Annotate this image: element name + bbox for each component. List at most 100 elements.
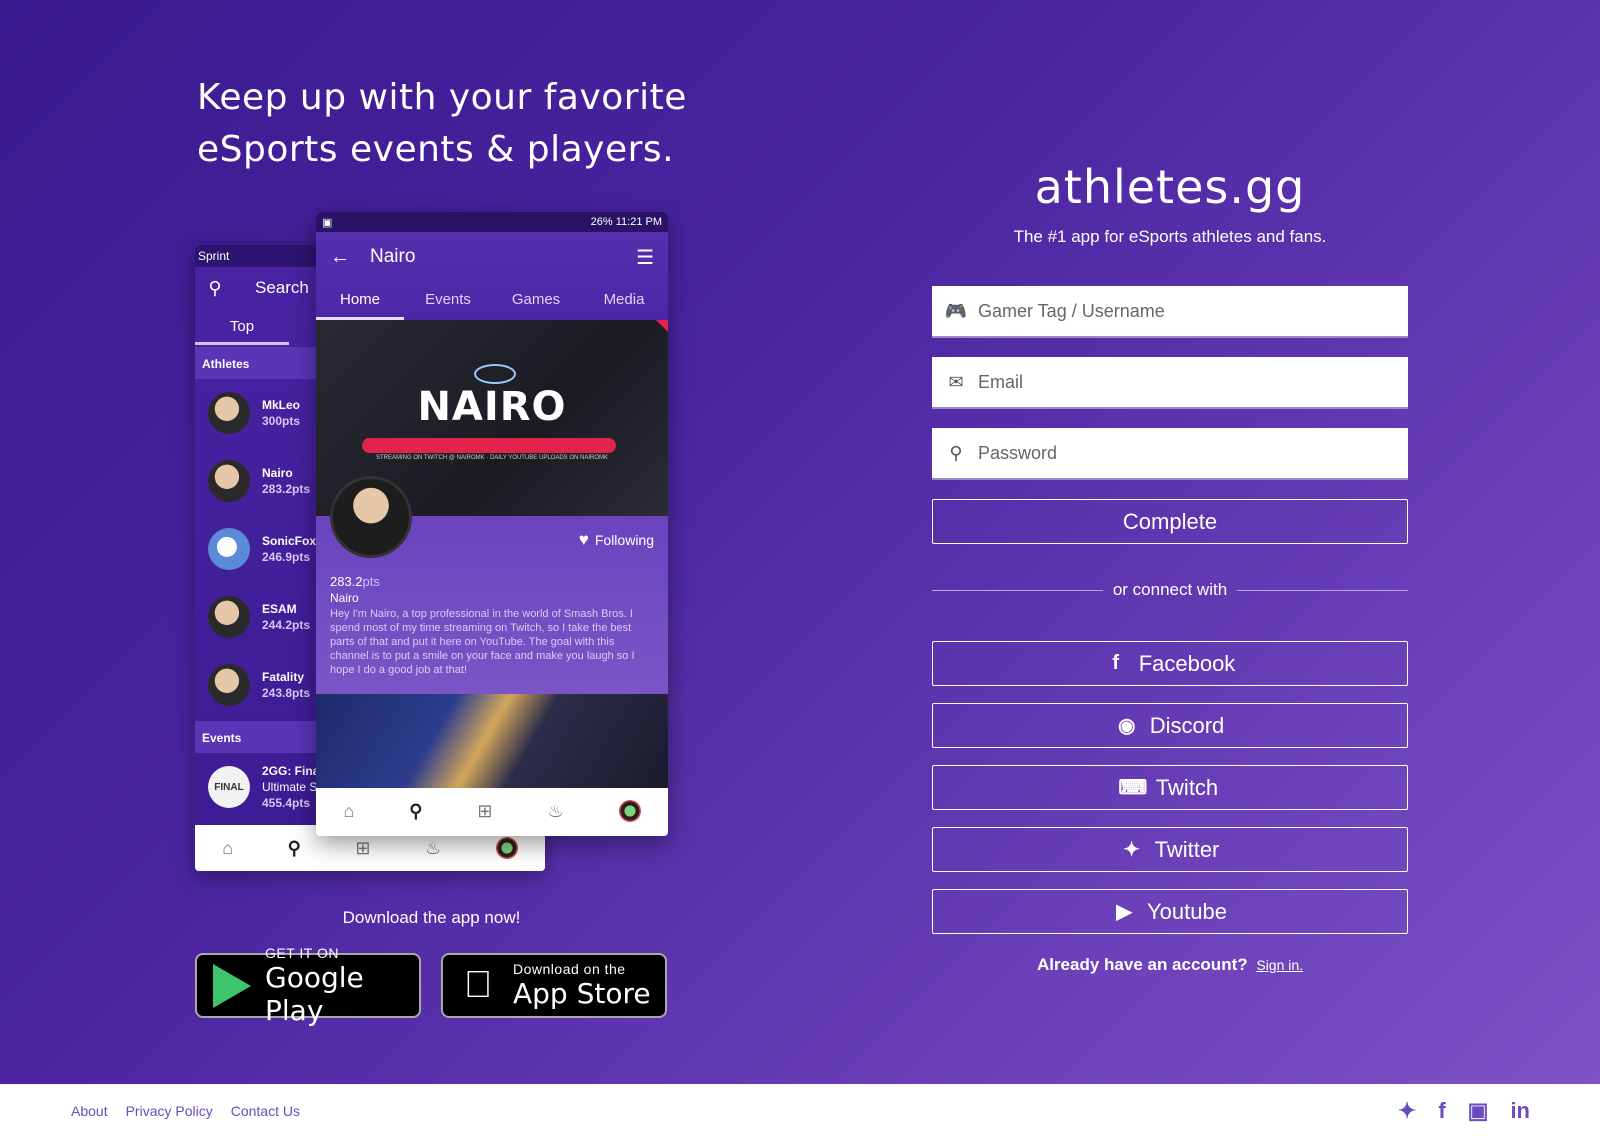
twitch-label: Twitch [1155, 774, 1219, 800]
athlete-name: MkLeo [262, 398, 301, 412]
bell-icon: ♨ [547, 800, 564, 821]
connect-label: or connect with [1112, 580, 1228, 599]
avatar [208, 460, 250, 502]
google-play-large: Google Play [265, 960, 364, 1027]
youtube-button[interactable]: ▶ Youtube [932, 889, 1408, 934]
athlete-name: Nairo [262, 466, 293, 480]
discord-icon: ◉ [1117, 715, 1136, 737]
google-play-small: GET IT ON [265, 944, 339, 961]
avatar [208, 392, 250, 434]
avatar [208, 528, 250, 570]
facebook-icon: f [1112, 652, 1120, 674]
status-text: 26% 11:21 PM [590, 216, 662, 228]
tab-events: Events [425, 291, 471, 308]
signin-text: Already have an account? [1036, 955, 1248, 974]
app-store-large: App Store [513, 977, 651, 1010]
facebook-icon[interactable]: f [1438, 1098, 1445, 1124]
connect-divider: or connect with [932, 580, 1408, 600]
facebook-label: Facebook [1138, 650, 1236, 676]
tab-home: Home [316, 282, 404, 320]
search-placeholder: Search [255, 278, 309, 297]
home-icon: ⌂ [222, 837, 234, 858]
athlete-name: Fatality [262, 670, 305, 684]
profile-avatar [330, 476, 412, 558]
points-unit: pts [362, 574, 380, 589]
email-field[interactable]: ✉ [932, 357, 1408, 409]
youtube-icon: ▶ [1116, 901, 1132, 923]
twitter-icon: ✦ [1123, 839, 1140, 861]
avatar [208, 596, 250, 638]
mail-icon: ✉ [948, 371, 964, 392]
phone-mockup-profile: ▣ 26% 11:21 PM ← Nairo ☰ Home Events Gam… [316, 212, 668, 836]
athlete-points: 246.9pts [262, 550, 311, 564]
facebook-button[interactable]: f Facebook [932, 641, 1408, 686]
twitch-button[interactable]: ⌨ Twitch [932, 765, 1408, 810]
status-bar: ▣ 26% 11:21 PM [316, 212, 668, 232]
tab-bar: Home Events Games Media [316, 282, 668, 320]
event-points: 455.4pts [262, 796, 311, 810]
nrg-logo [474, 364, 516, 384]
complete-button[interactable]: Complete [932, 499, 1408, 544]
discord-button[interactable]: ◉ Discord [932, 703, 1408, 748]
gamertag-field[interactable]: 🎮 [932, 286, 1408, 338]
profile-name: Nairo [330, 591, 359, 605]
key-icon: ⚲ [949, 442, 963, 463]
bottom-nav: ⌂ ⚲ ⊞ ♨ [316, 788, 668, 834]
brand-title: athletes.gg [1034, 160, 1306, 214]
hero-section: Keep up with your favorite eSports event… [0, 0, 1600, 1084]
event-logo: FINAL [208, 766, 250, 808]
heart-icon: ♥ [578, 530, 589, 549]
download-text: Download the app now! [342, 908, 521, 927]
menu-icon: ☰ [636, 246, 654, 269]
apple-icon:  [443, 964, 513, 1007]
tagline: The #1 app for eSports athletes and fans… [1013, 227, 1327, 246]
email-input[interactable] [978, 371, 1408, 393]
search-icon: ⚲ [409, 800, 423, 821]
back-arrow-icon: ← [330, 245, 350, 268]
avatar [618, 800, 641, 822]
bell-icon: ♨ [425, 837, 442, 858]
headline: Keep up with your favorite eSports event… [197, 77, 687, 170]
tab-media: Media [603, 291, 645, 308]
linkedin-icon[interactable]: in [1510, 1098, 1530, 1124]
youtube-label: Youtube [1147, 898, 1227, 924]
password-field[interactable]: ⚲ [932, 428, 1408, 480]
event-name: 2GG: Final [262, 764, 323, 778]
privacy-policy-link[interactable]: Privacy Policy [126, 1103, 213, 1119]
athlete-points: 244.2pts [262, 618, 311, 632]
athlete-points: 243.8pts [262, 686, 311, 700]
footer: About Privacy Policy Contact Us ✦ f ▣ in [0, 1084, 1600, 1138]
twitch-icon: ⌨ [1118, 777, 1148, 799]
athlete-points: 300pts [262, 414, 301, 428]
signin-link[interactable]: Sign in. [1256, 957, 1303, 973]
image-icon: ▣ [322, 216, 333, 229]
google-play-button[interactable]: GET IT ON Google Play [195, 945, 421, 1027]
avatar [495, 837, 518, 859]
game-artwork [316, 694, 668, 788]
discord-label: Discord [1149, 712, 1225, 738]
tab-top: Top [195, 309, 289, 345]
tab-games: Games [511, 291, 561, 308]
gamertag-input[interactable] [978, 300, 1408, 322]
gamepad-icon: 🎮 [944, 300, 968, 321]
sponsor-strip [362, 438, 616, 453]
banner-caption: STREAMING ON TWITCH @ NAIROMK · DAILY YO… [375, 455, 608, 461]
avatar [208, 664, 250, 706]
instagram-icon[interactable]: ▣ [1468, 1098, 1489, 1124]
social-links: ✦ f ▣ in [1398, 1098, 1530, 1124]
about-link[interactable]: About [71, 1103, 108, 1119]
twitter-icon[interactable]: ✦ [1398, 1098, 1416, 1124]
banner-title: NAIRO [417, 384, 567, 430]
contact-us-link[interactable]: Contact Us [231, 1103, 300, 1119]
search-icon: ⚲ [208, 277, 222, 298]
twitter-label: Twitter [1154, 836, 1220, 862]
profile-bio: Hey I'm Nairo, a top professional in the… [330, 608, 635, 676]
twitter-button[interactable]: ✦ Twitter [932, 827, 1408, 872]
athlete-name: ESAM [262, 602, 297, 616]
signin-prompt: Already have an account? Sign in. [932, 955, 1408, 975]
athlete-name: SonicFox [262, 534, 317, 548]
password-input[interactable] [978, 442, 1408, 464]
footer-links: About Privacy Policy Contact Us [71, 1103, 300, 1119]
search-icon: ⚲ [287, 837, 301, 858]
app-store-button[interactable]:  Download on the App Store [441, 953, 667, 1018]
